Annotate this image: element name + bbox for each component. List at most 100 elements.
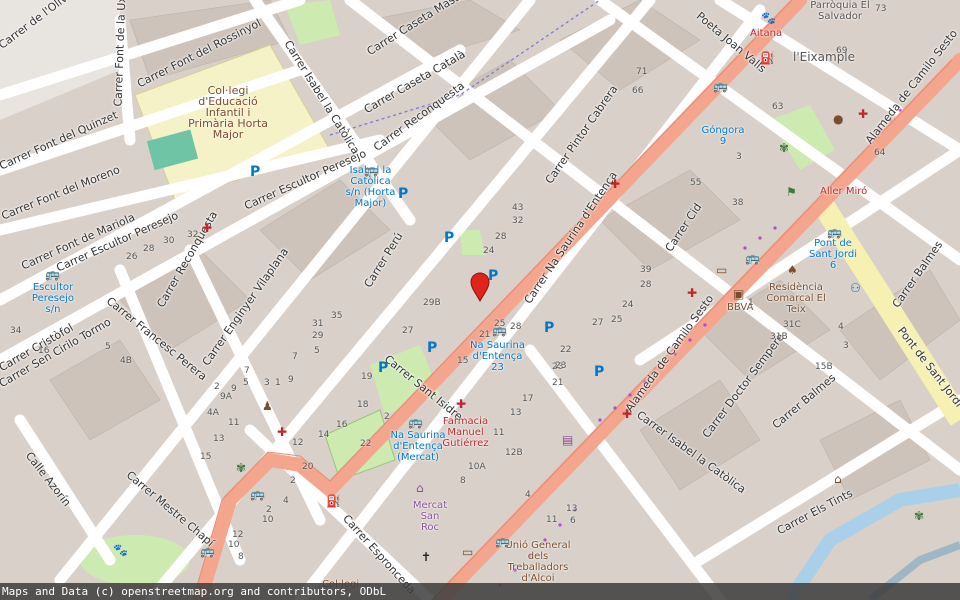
house-number: 1 [748, 298, 754, 308]
house-number: 66 [632, 86, 644, 96]
museum-icon[interactable]: ⌂ [834, 473, 842, 485]
house-number: 11 [493, 428, 505, 438]
house-number: 39 [640, 265, 652, 275]
school-label: Col·legi d'Educació Infantil i Primària … [188, 84, 268, 141]
house-number: 6 [570, 516, 576, 526]
bus-stop-icon[interactable]: 🚌 [827, 226, 842, 238]
house-number: 31C [783, 320, 801, 330]
house-number: 25 [611, 315, 623, 325]
house-number: 2 [214, 382, 220, 392]
parking-icon[interactable]: P [444, 230, 454, 246]
house-number: 4B [120, 356, 132, 366]
bus-stop-label: Na Saurina d'Entença 23 [470, 340, 525, 373]
house-number: 27 [402, 326, 414, 336]
house-number: 11 [546, 515, 558, 525]
shop-icon[interactable]: ▤ [562, 434, 573, 446]
fuel-icon[interactable]: ⛽ [326, 495, 341, 507]
bar-icon[interactable]: ♟ [262, 400, 273, 412]
market-label: Mercat San Roc [412, 500, 448, 533]
house-number: 22 [360, 439, 372, 449]
house-number: 17 [522, 394, 534, 404]
pharmacy-icon[interactable]: ✚ [687, 287, 697, 299]
house-number: 3 [736, 152, 742, 162]
house-number: 7 [244, 366, 250, 376]
atm-icon[interactable]: ▭ [716, 264, 727, 276]
map-canvas[interactable]: Carrer de l'Olivera Carrer Font del Ross… [0, 0, 960, 600]
house-number: 28 [495, 232, 507, 242]
house-number: 21 [479, 330, 491, 340]
bus-stop-icon[interactable]: 🚌 [200, 545, 215, 557]
house-number: 12B [505, 448, 523, 458]
pharmacy-icon[interactable]: ✚ [622, 408, 632, 420]
residence-label: Residència Comarcal El Teix [766, 282, 826, 315]
house-number: 15B [815, 362, 833, 372]
house-number: 24 [483, 246, 495, 256]
dog-park-icon[interactable]: 🐾 [113, 544, 128, 556]
house-number: 13 [213, 434, 225, 444]
house-number: 7 [292, 352, 298, 362]
house-number: 25 [494, 319, 506, 329]
pharmacy-icon[interactable]: ✚ [610, 178, 620, 190]
parking-icon[interactable]: P [544, 320, 554, 336]
poi-label: Aitana [750, 28, 783, 39]
bus-stop-label: Pont de Sant Jordi 6 [808, 238, 858, 271]
house-number: 31B [770, 332, 788, 342]
bus-stop-icon[interactable]: 🚌 [713, 80, 728, 92]
bus-stop-icon[interactable]: 🚌 [495, 535, 510, 547]
house-number: 8 [460, 476, 466, 486]
church-icon[interactable]: ✝ [421, 551, 431, 563]
house-number: 31 [312, 319, 324, 329]
parking-icon[interactable]: P [398, 186, 408, 202]
house-number: 13 [566, 504, 578, 514]
poi-label: Aller Miró [820, 186, 868, 197]
house-number: 28 [640, 280, 652, 290]
parking-icon[interactable]: P [378, 360, 388, 376]
house-number: 29B [423, 298, 441, 308]
house-number: 63 [772, 102, 784, 112]
house-number: 5 [243, 378, 249, 388]
residence-icon[interactable]: ♠ [787, 264, 798, 276]
house-number: 3 [843, 341, 849, 351]
location-marker-icon[interactable] [470, 272, 490, 302]
market-icon[interactable]: ⌂ [416, 482, 424, 494]
pharmacy-icon[interactable]: ✚ [456, 398, 466, 410]
playground-icon[interactable]: ✾ [914, 510, 924, 522]
bus-stop-icon[interactable]: 🚌 [408, 416, 423, 428]
bicycle-icon[interactable]: ⚇ [850, 282, 861, 294]
pharmacy-icon[interactable]: ✚ [277, 426, 287, 438]
house-number: 26 [126, 252, 138, 262]
house-number: 38 [732, 198, 744, 208]
house-number: 22 [560, 345, 572, 355]
house-number: 24 [622, 300, 634, 310]
house-number: 30 [163, 236, 175, 246]
house-number: 29 [312, 331, 324, 341]
ice-cream-icon[interactable]: ● [833, 113, 843, 125]
bus-stop-icon[interactable]: 🚌 [364, 164, 379, 176]
bus-stop-icon[interactable]: 🚌 [45, 268, 60, 280]
house-number: 28 [510, 322, 522, 332]
pharmacy-icon[interactable]: ✚ [202, 222, 212, 234]
house-number: 35 [331, 311, 343, 321]
house-number: 23 [555, 361, 567, 371]
bank-icon[interactable]: ▣ [733, 288, 744, 300]
vet-icon[interactable]: 🐾 [761, 12, 776, 24]
bus-stop-label: Góngora 9 [701, 125, 745, 147]
house-number: 12 [232, 530, 244, 540]
parking-icon[interactable]: P [250, 164, 260, 180]
pharmacy-icon[interactable]: ✚ [858, 108, 868, 120]
house-number: 20 [302, 462, 314, 472]
house-number: 14 [318, 430, 330, 440]
fitness-icon[interactable]: ⚑ [786, 186, 797, 198]
playground-icon[interactable]: ✾ [236, 462, 246, 474]
playground-icon[interactable]: ✾ [779, 142, 789, 154]
money-icon[interactable]: ▭ [462, 546, 473, 558]
bus-stop-icon[interactable]: 🚌 [745, 252, 760, 264]
fuel-icon[interactable]: ⛽ [760, 52, 775, 64]
house-number: 10 [262, 515, 274, 525]
house-number: 55 [690, 178, 702, 188]
bus-stop-icon[interactable]: 🚌 [250, 488, 265, 500]
parking-icon[interactable]: P [594, 364, 604, 380]
parking-icon[interactable]: P [427, 340, 437, 356]
house-number: 15 [200, 452, 212, 462]
house-number: 1 [275, 378, 281, 388]
